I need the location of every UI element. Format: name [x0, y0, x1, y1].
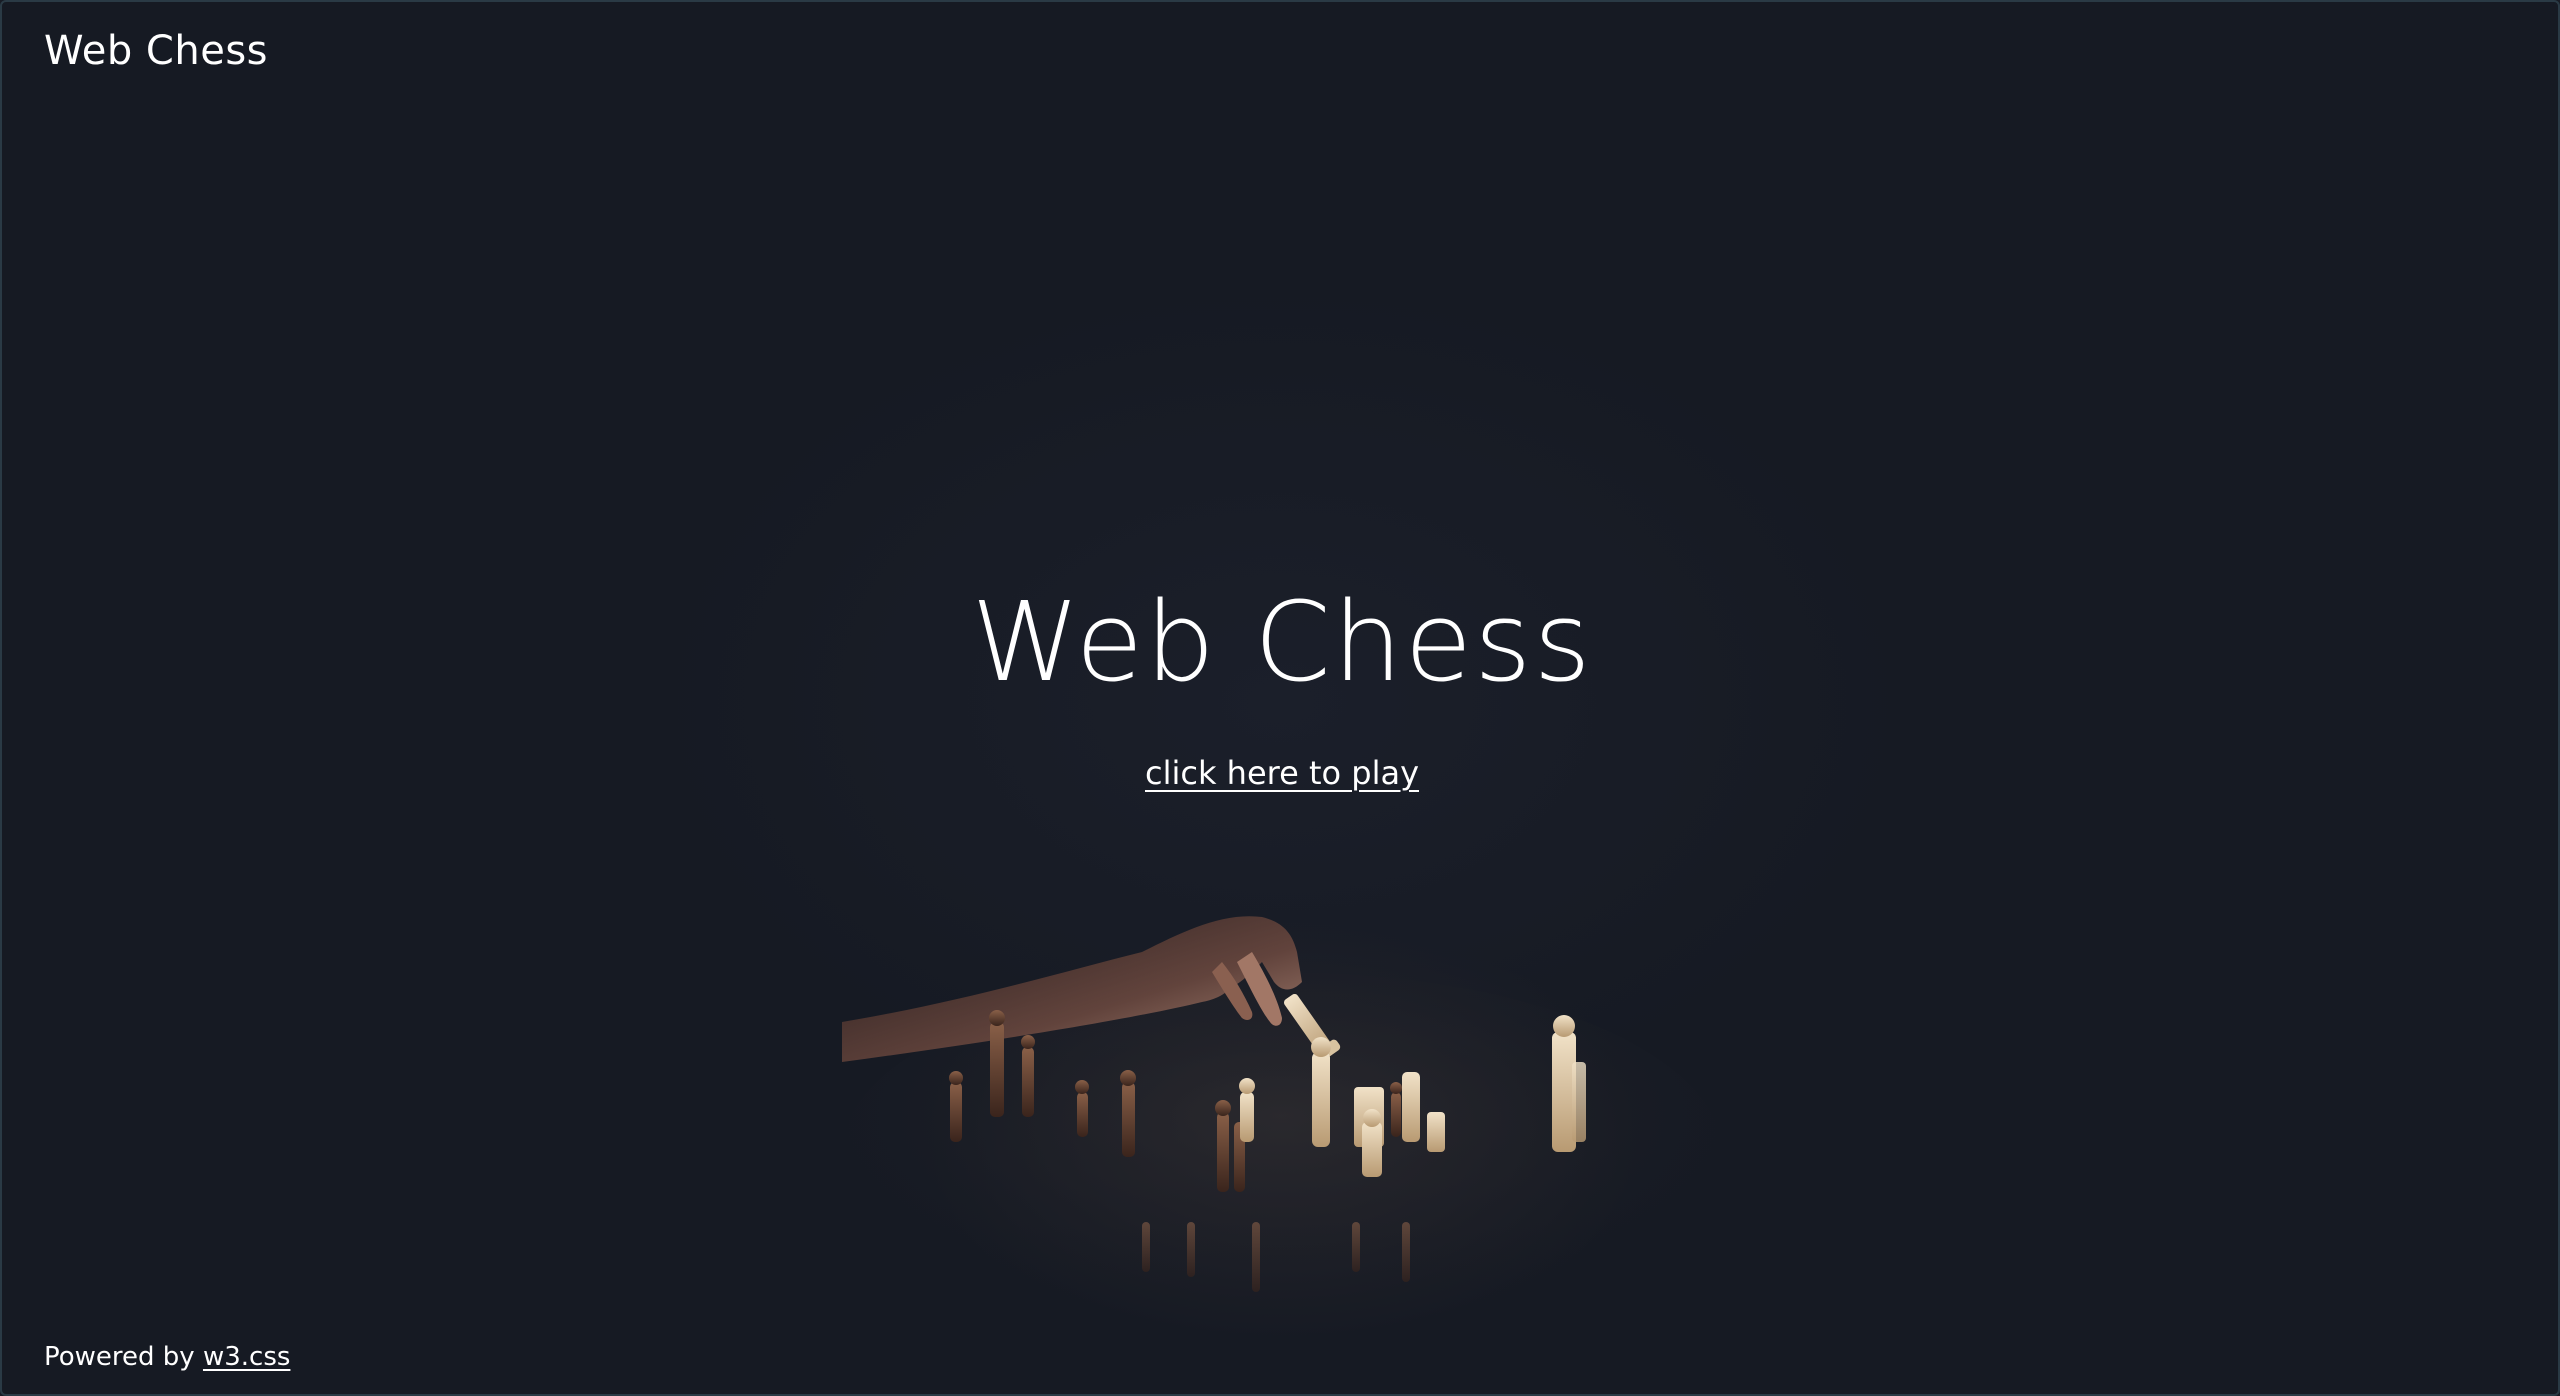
powered-by-text: Powered by — [44, 1342, 195, 1372]
page: Web Chess Web Chess click here to play P… — [0, 0, 2560, 1396]
play-link[interactable]: click here to play — [1145, 754, 1419, 792]
hero: Web Chess click here to play — [2, 572, 2558, 792]
brand-title[interactable]: Web Chess — [44, 28, 268, 74]
w3css-link[interactable]: w3.css — [203, 1342, 290, 1372]
hero-title: Web Chess — [971, 578, 1593, 706]
chess-scene-image — [842, 916, 1722, 1332]
footer: Powered by w3.css — [44, 1342, 290, 1372]
